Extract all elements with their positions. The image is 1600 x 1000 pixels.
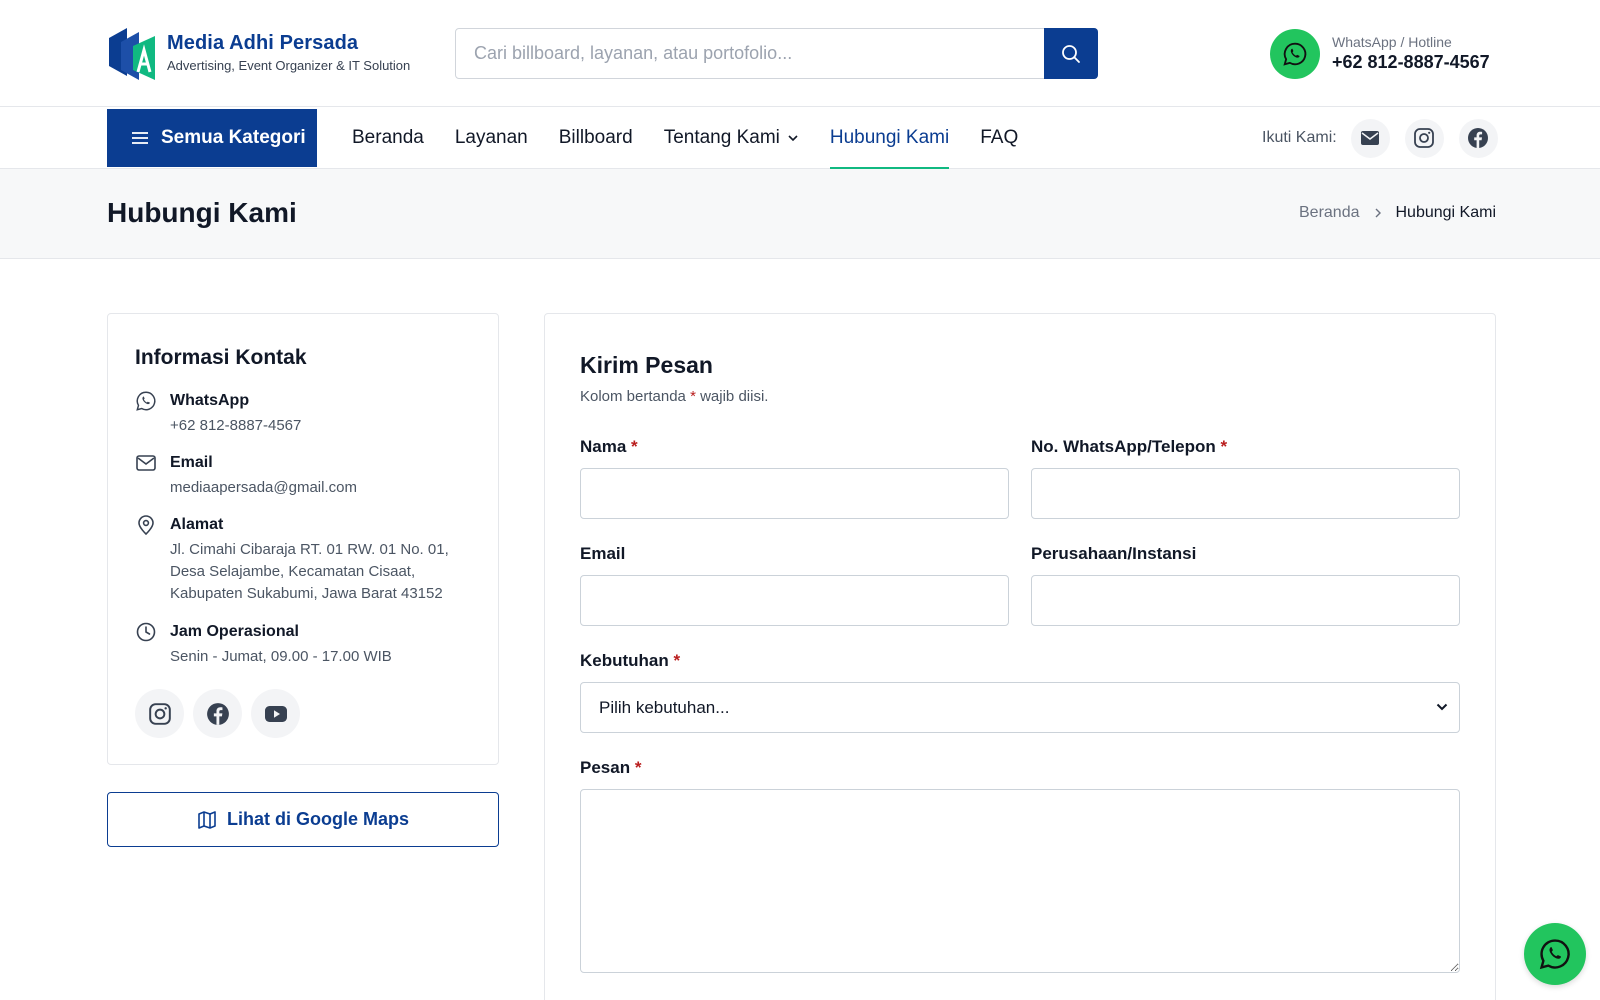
company-logo[interactable] <box>107 26 157 82</box>
field-label-text: Pesan <box>580 758 631 777</box>
nav-item-beranda[interactable]: Beranda <box>352 107 424 169</box>
main-nav: Semua Kategori Beranda Layanan Billboard… <box>0 107 1600 170</box>
address-value: Jl. Cimahi Cibaraja RT. 01 RW. 01 No. 01… <box>170 541 449 602</box>
contact-info-title: Informasi Kontak <box>135 346 307 369</box>
nav-item-tentang-kami[interactable]: Tentang Kami <box>664 107 799 169</box>
name-field[interactable] <box>580 468 1009 519</box>
message-field[interactable] <box>580 789 1460 973</box>
phone-field[interactable] <box>1031 468 1460 519</box>
page-header: Hubungi Kami Beranda Hubungi Kami <box>0 169 1600 259</box>
required-star: * <box>634 758 642 777</box>
need-select-value: Pilih kebutuhan... <box>599 697 730 717</box>
required-star: * <box>1220 437 1228 456</box>
breadcrumb-current: Hubungi Kami <box>1395 204 1497 221</box>
whatsapp-icon <box>136 391 156 411</box>
nav-item-label: Hubungi Kami <box>829 127 950 148</box>
all-categories-button[interactable]: Semua Kategori <box>107 109 317 167</box>
need-select[interactable]: Pilih kebutuhan... <box>580 682 1460 733</box>
breadcrumb-home[interactable]: Beranda <box>1299 204 1360 222</box>
whatsapp-icon[interactable] <box>1270 29 1320 79</box>
chevron-down-icon <box>788 135 798 142</box>
email-field[interactable] <box>580 575 1009 626</box>
floating-whatsapp-button[interactable] <box>1524 923 1586 985</box>
instagram-icon[interactable] <box>1404 118 1444 158</box>
brand-tagline: Advertising, Event Organizer & IT Soluti… <box>167 58 411 73</box>
nav-item-billboard[interactable]: Billboard <box>559 107 633 169</box>
page-title: Hubungi Kami <box>107 197 297 228</box>
search-box <box>455 28 1098 79</box>
form-required-note: Kolom bertanda * wajib diisi. <box>580 388 768 405</box>
required-star: * <box>673 651 681 670</box>
hotline-label: WhatsApp / Hotline <box>1332 34 1452 50</box>
note-text: wajib diisi. <box>695 388 769 405</box>
required-star: * <box>631 437 638 456</box>
top-header: Media Adhi Persada Advertising, Event Or… <box>0 0 1600 107</box>
note-text: Kolom bertanda <box>580 388 691 405</box>
search-input[interactable] <box>456 29 1042 78</box>
email-label: Email <box>170 454 213 471</box>
message-label: Pesan * <box>580 758 641 778</box>
clock-icon <box>136 622 156 642</box>
search-icon <box>1062 44 1080 63</box>
hours-value: Senin - Jumat, 09.00 - 17.00 WIB <box>170 648 392 665</box>
field-label-text: Perusahaan/Instansi <box>1031 544 1197 563</box>
envelope-icon[interactable] <box>1350 118 1390 158</box>
contact-social-links <box>135 689 309 738</box>
facebook-icon[interactable] <box>193 689 242 738</box>
brand-name: Media Adhi Persada <box>167 32 359 54</box>
google-maps-button[interactable]: Lihat di Google Maps <box>107 792 499 847</box>
field-label-text: Email <box>580 544 626 563</box>
field-label-text: Nama <box>580 437 627 456</box>
facebook-icon[interactable] <box>1458 118 1498 158</box>
nav-item-label: Billboard <box>558 127 633 148</box>
nav-item-label: Layanan <box>454 127 528 148</box>
email-label: Email <box>580 544 625 564</box>
chevron-down-icon <box>1436 703 1448 711</box>
nav-item-label: Tentang Kami <box>663 127 780 148</box>
map-icon <box>198 810 216 829</box>
brand[interactable]: Media Adhi Persada Advertising, Event Or… <box>167 32 410 73</box>
envelope-icon <box>136 455 156 471</box>
whatsapp-value[interactable]: +62 812-8887-4567 <box>170 415 480 437</box>
name-label: Nama * <box>580 437 638 457</box>
nav-item-layanan[interactable]: Layanan <box>455 107 528 169</box>
field-label-text: No. WhatsApp/Telepon <box>1031 437 1216 456</box>
contact-info-card: Informasi Kontak WhatsApp +62 812-8887-4… <box>107 313 499 765</box>
google-maps-label: Lihat di Google Maps <box>226 809 409 829</box>
contact-form-card: Kirim Pesan Kolom bertanda * wajib diisi… <box>544 313 1496 1000</box>
follow-us: Ikuti Kami: <box>1262 107 1498 169</box>
field-label-text: Kebutuhan <box>580 651 669 670</box>
breadcrumb: Beranda Hubungi Kami <box>1299 204 1496 222</box>
whatsapp-label: WhatsApp <box>170 392 250 409</box>
nav-item-label: FAQ <box>980 127 1019 148</box>
need-label: Kebutuhan * <box>580 651 680 671</box>
hotline-number[interactable]: +62 812-8887-4567 <box>1332 52 1490 73</box>
nav-item-label: Beranda <box>352 127 424 148</box>
hours-label: Jam Operasional <box>170 623 299 640</box>
all-categories-label: Semua Kategori <box>161 127 306 148</box>
map-pin-icon <box>138 515 154 536</box>
company-field[interactable] <box>1031 575 1460 626</box>
nav-links: Beranda Layanan Billboard Tentang Kami H… <box>352 107 1049 170</box>
menu-icon <box>132 132 148 144</box>
email-value[interactable]: mediaapersada@gmail.com <box>170 477 480 499</box>
whatsapp-icon <box>1539 939 1570 970</box>
company-label: Perusahaan/Instansi <box>1031 544 1196 564</box>
chevron-right-icon <box>1375 208 1381 218</box>
nav-item-faq[interactable]: FAQ <box>980 107 1018 169</box>
follow-label: Ikuti Kami: <box>1262 129 1337 146</box>
search-button[interactable] <box>1044 28 1098 79</box>
address-label: Alamat <box>170 516 224 533</box>
nav-item-hubungi-kami[interactable]: Hubungi Kami <box>829 107 950 170</box>
phone-label: No. WhatsApp/Telepon * <box>1031 437 1227 457</box>
form-title: Kirim Pesan <box>580 352 713 378</box>
youtube-icon[interactable] <box>251 689 300 738</box>
instagram-icon[interactable] <box>135 689 184 738</box>
